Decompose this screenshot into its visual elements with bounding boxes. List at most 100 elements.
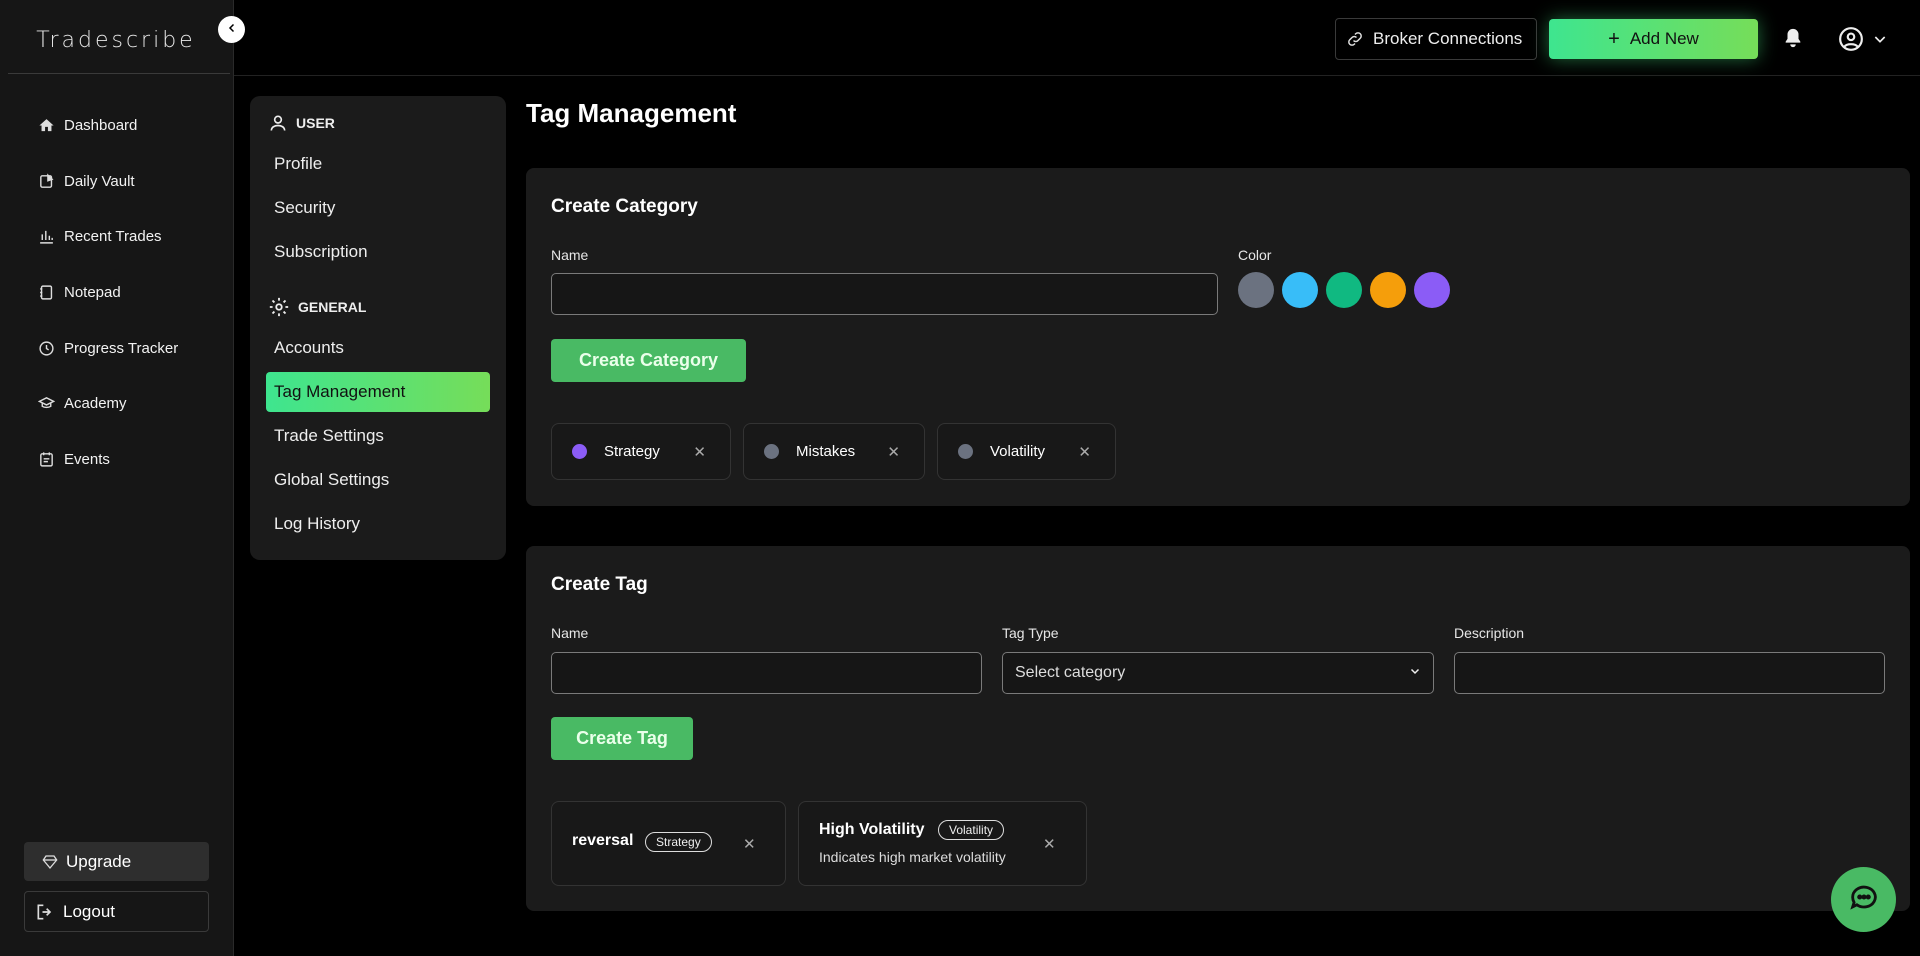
category-name-input[interactable] [551, 273, 1218, 315]
profile-menu[interactable] [1838, 26, 1888, 57]
add-new-label: Add New [1629, 29, 1699, 48]
diamond-icon [42, 854, 58, 870]
home-icon [36, 116, 56, 136]
close-icon[interactable]: ✕ [743, 835, 756, 853]
calendar-icon [36, 449, 56, 469]
category-color-label: Color [1238, 247, 1272, 263]
logout-button[interactable]: Logout [24, 891, 209, 932]
sidebar-item-label: Events [64, 450, 110, 468]
tag-name-input[interactable] [551, 652, 982, 694]
upgrade-button[interactable]: Upgrade [24, 842, 209, 881]
sidebar-item-label: Dashboard [64, 117, 138, 135]
notepad-icon [36, 283, 56, 303]
gear-icon [268, 296, 290, 318]
tag-name-label: Name [551, 625, 589, 641]
color-swatch-gray[interactable] [1238, 272, 1274, 308]
category-chip-label: Volatility [990, 443, 1046, 460]
add-new-button[interactable]: + Add New [1549, 19, 1758, 59]
tag-type-label: Tag Type [1002, 625, 1059, 641]
create-category-title: Create Category [551, 196, 698, 217]
tag-name: High Volatility [819, 821, 925, 838]
sidebar-item-notepad[interactable]: Notepad [36, 265, 178, 321]
page-title: Tag Management [526, 98, 737, 128]
category-chip-strategy: Strategy ✕ [551, 423, 731, 480]
color-swatch-sky[interactable] [1282, 272, 1318, 308]
broker-connections-label: Broker Connections [1373, 29, 1523, 48]
tag-category-badge: Volatility [938, 820, 1005, 840]
app-root: Tradescribe Dashboard Daily Vault Recent… [0, 0, 1920, 956]
chat-button[interactable] [1831, 867, 1896, 932]
graduation-cap-icon [36, 394, 56, 414]
user-icon [268, 113, 288, 133]
broker-connections-button[interactable]: Broker Connections [1335, 18, 1537, 60]
plus-icon: + [1608, 28, 1620, 50]
logout-label: Logout [63, 901, 115, 921]
menu-item-tag-management[interactable]: Tag Management [266, 372, 490, 412]
chevron-down-icon [1872, 31, 1888, 52]
section-general: GENERAL [268, 296, 366, 318]
sidebar-item-label: Academy [64, 395, 127, 413]
sidebar-item-label: Notepad [64, 284, 121, 302]
menu-item-subscription[interactable]: Subscription [266, 232, 490, 272]
close-icon[interactable]: ✕ [693, 443, 706, 461]
category-color-dot [958, 444, 973, 459]
settings-menu: USER Profile Security Subscription GENER… [250, 96, 506, 560]
chevron-left-icon [226, 21, 238, 39]
category-chip-label: Strategy [604, 443, 660, 460]
create-category-card [526, 168, 1910, 506]
color-swatch-green[interactable] [1326, 272, 1362, 308]
section-user: USER [268, 113, 335, 133]
tag-description: Indicates high market volatility [819, 849, 1006, 865]
color-swatch-purple[interactable] [1414, 272, 1450, 308]
brand-logo: Tradescribe [36, 28, 196, 53]
sidebar-item-academy[interactable]: Academy [36, 376, 178, 432]
brand-divider [8, 73, 230, 74]
category-chip-mistakes: Mistakes ✕ [743, 423, 925, 480]
bell-icon[interactable] [1782, 26, 1804, 55]
close-icon[interactable]: ✕ [1078, 443, 1091, 461]
sidebar-item-label: Recent Trades [64, 228, 162, 246]
menu-item-global-settings[interactable]: Global Settings [266, 460, 490, 500]
menu-item-accounts[interactable]: Accounts [266, 328, 490, 368]
sidebar-item-label: Progress Tracker [64, 339, 179, 357]
tag-type-select[interactable]: Select category [1002, 652, 1434, 694]
tag-type-value: Select category [1015, 664, 1126, 681]
tag-description-label: Description [1454, 625, 1525, 641]
sidebar-item-daily-vault[interactable]: Daily Vault [36, 154, 178, 210]
logout-icon [35, 902, 55, 922]
color-swatch-amber[interactable] [1370, 272, 1406, 308]
section-general-label: GENERAL [298, 299, 367, 315]
menu-item-log-history[interactable]: Log History [266, 504, 490, 544]
sidebar-item-recent-trades[interactable]: Recent Trades [36, 209, 178, 265]
create-tag-button[interactable]: Create Tag [551, 717, 693, 760]
create-tag-title: Create Tag [551, 574, 648, 595]
tag-card-high-volatility: High Volatility Volatility Indicates hig… [798, 801, 1087, 886]
tag-description-input[interactable] [1454, 652, 1885, 694]
category-chip-label: Mistakes [796, 443, 856, 460]
category-color-dot [572, 444, 587, 459]
sidebar-item-dashboard[interactable]: Dashboard [36, 98, 178, 154]
sidebar-item-events[interactable]: Events [36, 432, 178, 488]
create-category-button[interactable]: Create Category [551, 339, 746, 382]
section-user-label: USER [296, 115, 335, 131]
category-chip-volatility: Volatility ✕ [937, 423, 1116, 480]
sidebar-nav: Dashboard Daily Vault Recent Trades Note… [36, 98, 178, 487]
vault-icon [36, 171, 56, 191]
close-icon[interactable]: ✕ [1043, 835, 1056, 853]
category-color-dot [764, 444, 779, 459]
chat-bubble-icon [1847, 880, 1881, 919]
left-sidebar: Tradescribe Dashboard Daily Vault Recent… [0, 0, 234, 956]
sidebar-item-progress-tracker[interactable]: Progress Tracker [36, 320, 178, 376]
menu-item-trade-settings[interactable]: Trade Settings [266, 416, 490, 456]
tag-card-reversal: reversal Strategy ✕ [551, 801, 786, 886]
menu-item-security[interactable]: Security [266, 188, 490, 228]
chevron-down-icon [1409, 664, 1421, 682]
menu-item-profile[interactable]: Profile [266, 144, 490, 184]
link-icon [1346, 30, 1364, 48]
close-icon[interactable]: ✕ [887, 443, 900, 461]
sidebar-item-label: Daily Vault [64, 172, 135, 190]
topbar-divider [234, 75, 1920, 76]
user-circle-icon [1838, 26, 1864, 57]
collapse-sidebar-button[interactable] [218, 16, 245, 43]
clock-icon [36, 338, 56, 358]
